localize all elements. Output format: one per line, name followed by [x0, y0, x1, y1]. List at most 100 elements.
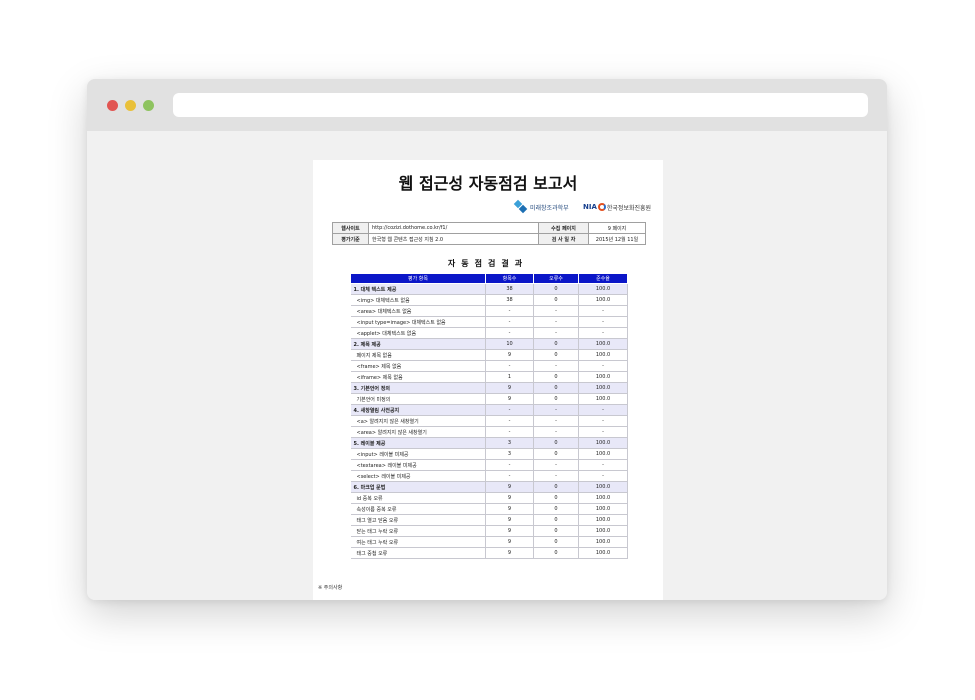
cell-rate: 100.0: [578, 492, 628, 504]
cell-item: <input type=image> 대체텍스트 없음: [350, 316, 486, 328]
browser-window: 웹 접근성 자동점검 보고서 미래창조과학부 NIA 한국정보화진흥원 웹사이트…: [87, 79, 887, 600]
cell-rate: 100.0: [578, 503, 628, 515]
cell-count: -: [485, 305, 534, 317]
cell-errors: 0: [533, 514, 579, 526]
cell-item: 3. 기본언어 정의: [350, 382, 486, 394]
table-category-row: 6. 마크업 문법 9 0 100.0: [350, 481, 628, 493]
cell-errors: 0: [533, 338, 579, 350]
table-row: <a> 알려지지 않은 새창열기 - - -: [350, 415, 628, 427]
cell-item: 여는 태그 누락 오류: [350, 536, 486, 548]
cell-item: <applet> 대체텍스트 없음: [350, 327, 486, 339]
cell-count: -: [485, 470, 534, 482]
website-label: 웹사이트: [332, 222, 369, 234]
cell-errors: 0: [533, 437, 579, 449]
cell-item: <area> 대체텍스트 없음: [350, 305, 486, 317]
cell-item: 태그 중첩 오류: [350, 547, 486, 559]
table-row: <area> 대체텍스트 없음 - - -: [350, 305, 628, 317]
cell-rate: -: [578, 404, 628, 416]
cell-item: 5. 레이블 제공: [350, 437, 486, 449]
table-row: 속성이름 중복 오류 9 0 100.0: [350, 503, 628, 515]
inspection-date-value: 2015년 12월 11일: [588, 233, 646, 245]
table-row: <textarea> 레이블 미제공 - - -: [350, 459, 628, 471]
cell-item: 속성이름 중복 오류: [350, 503, 486, 515]
section-title: 자동점검결과: [447, 259, 529, 268]
header-rate: 준수율: [578, 273, 628, 284]
cell-item: 닫는 태그 누락 오류: [350, 525, 486, 537]
note: ※ 주의사항: [318, 585, 343, 591]
cell-rate: -: [578, 360, 628, 372]
cell-rate: 100.0: [578, 525, 628, 537]
cell-item: 6. 마크업 문법: [350, 481, 486, 493]
table-row: 태그 열고 닫음 오류 9 0 100.0: [350, 514, 628, 526]
cell-errors: -: [533, 404, 579, 416]
cell-rate: 100.0: [578, 371, 628, 383]
cell-rate: 100.0: [578, 536, 628, 548]
minimize-window-button[interactable]: [125, 100, 136, 111]
cell-item: id 중복 오류: [350, 492, 486, 504]
cell-rate: 100.0: [578, 338, 628, 350]
criteria-value: 한국형 웹 콘텐츠 접근성 지침 2.0: [368, 233, 539, 245]
close-window-button[interactable]: [107, 100, 118, 111]
cell-count: -: [485, 360, 534, 372]
cell-item: 페이지 제목 없음: [350, 349, 486, 361]
cell-errors: 0: [533, 349, 579, 361]
cell-count: -: [485, 404, 534, 416]
cell-errors: -: [533, 316, 579, 328]
cell-rate: 100.0: [578, 349, 628, 361]
cell-rate: 100.0: [578, 283, 628, 295]
table-row: <applet> 대체텍스트 없음 - - -: [350, 327, 628, 339]
cell-count: 9: [485, 536, 534, 548]
table-row: 여는 태그 누락 오류 9 0 100.0: [350, 536, 628, 548]
table-row: 닫는 태그 누락 오류 9 0 100.0: [350, 525, 628, 537]
header-count: 항목수: [485, 273, 534, 284]
report-title: 웹 접근성 자동점검 보고서: [398, 174, 578, 193]
cell-rate: 100.0: [578, 514, 628, 526]
header-errors: 오류수: [533, 273, 579, 284]
cell-count: -: [485, 316, 534, 328]
nia-logo: NIA 한국정보화진흥원: [583, 203, 652, 212]
cell-count: 9: [485, 393, 534, 405]
cell-errors: 0: [533, 525, 579, 537]
cell-errors: -: [533, 470, 579, 482]
address-bar[interactable]: [173, 93, 868, 117]
cell-count: 1: [485, 371, 534, 383]
cell-rate: 100.0: [578, 481, 628, 493]
cell-item: <img> 대체텍스트 없음: [350, 294, 486, 306]
criteria-label: 평가기준: [332, 233, 369, 245]
cell-rate: -: [578, 426, 628, 438]
cell-item: 4. 새창열림 사전공지: [350, 404, 486, 416]
cell-count: 9: [485, 547, 534, 559]
inspection-date-label: 검 사 일 자: [538, 233, 589, 245]
table-category-row: 1. 대체 텍스트 제공 38 0 100.0: [350, 283, 628, 295]
cell-item: 태그 열고 닫음 오류: [350, 514, 486, 526]
cell-errors: -: [533, 459, 579, 471]
cell-count: 3: [485, 437, 534, 449]
cell-rate: 100.0: [578, 437, 628, 449]
cell-count: 38: [485, 283, 534, 295]
cell-errors: 0: [533, 503, 579, 515]
cell-count: 3: [485, 448, 534, 460]
cell-item: <textarea> 레이블 미제공: [350, 459, 486, 471]
cell-errors: 0: [533, 294, 579, 306]
table-row: 태그 중첩 오류 9 0 100.0: [350, 547, 628, 559]
cell-count: 9: [485, 349, 534, 361]
cell-errors: 0: [533, 547, 579, 559]
cell-rate: -: [578, 415, 628, 427]
cell-item: 2. 제목 제공: [350, 338, 486, 350]
logos: 미래창조과학부 NIA 한국정보화진흥원: [513, 198, 661, 216]
cell-rate: -: [578, 316, 628, 328]
cell-errors: 0: [533, 536, 579, 548]
cell-errors: 0: [533, 448, 579, 460]
cell-count: 38: [485, 294, 534, 306]
table-row: id 중복 오류 9 0 100.0: [350, 492, 628, 504]
report-page: 웹 접근성 자동점검 보고서 미래창조과학부 NIA 한국정보화진흥원 웹사이트…: [313, 160, 663, 600]
maximize-window-button[interactable]: [143, 100, 154, 111]
cell-count: 9: [485, 525, 534, 537]
table-row: 기본언어 미정의 9 0 100.0: [350, 393, 628, 405]
cell-rate: -: [578, 470, 628, 482]
cell-item: <input> 레이블 미제공: [350, 448, 486, 460]
cell-errors: 0: [533, 371, 579, 383]
cell-errors: -: [533, 305, 579, 317]
cell-errors: 0: [533, 481, 579, 493]
cell-errors: -: [533, 360, 579, 372]
